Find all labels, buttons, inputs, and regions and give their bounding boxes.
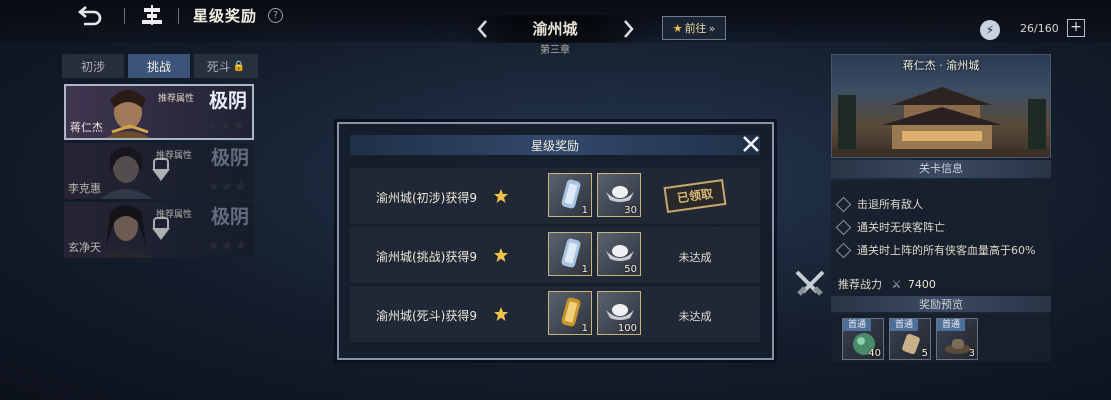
preview-reward-item[interactable]: 首通 5 [889,318,931,360]
condition-item: 通关时无侠客阵亡 [835,219,945,235]
status-text: 未达成 [678,310,712,323]
separator [178,8,179,24]
item-count: 1 [581,323,588,334]
star-icon [494,307,508,321]
tab-chushe[interactable]: 初涉 [62,54,124,78]
stage-info-heading: 关卡信息 [831,160,1051,178]
help-icon[interactable]: ? [268,8,283,23]
reward-item[interactable]: 1 [548,232,592,276]
star-rating: ★★★ [207,238,248,254]
item-count: 100 [617,323,637,334]
star-icon [494,189,508,203]
power-value: 7400 [907,278,936,291]
diamond-icon [835,242,852,258]
first-clear-tag: 首通 [843,319,871,331]
dialog-title: 星级奖励 [530,139,579,153]
tab-label: 死斗 [206,59,231,74]
silver-ingot-icon [606,245,634,261]
recommended-attr: 极阴 [210,206,249,228]
first-clear-tag: 首通 [937,319,965,331]
item-count: 1 [581,205,588,216]
lightning-icon: ⚡ [980,20,1000,40]
scroll-icon [561,238,581,268]
scroll-icon [902,333,920,355]
recommended-power: 推荐战力 ⚔ 7400 [838,276,936,292]
condition-item: 通关时上阵的所有侠客血量高于60% [835,242,1036,258]
goto-label: 前往 [684,22,707,35]
condition-text: 击退所有敌人 [857,198,923,211]
star-rating: ★★★ [205,118,246,134]
chapter-subtitle: 第三章 [540,45,570,56]
tab-sidou[interactable]: 死斗 🔒 [194,54,258,78]
power-label: 推荐战力 [838,278,882,291]
hero-card[interactable]: 推荐属性 极阴 玄净天 ★★★ [64,202,254,258]
chapter-name: 渝州城 [532,20,578,38]
preview-reward-item[interactable]: 首通 3 [936,318,978,360]
silver-ingot-icon [606,186,634,202]
item-count: 30 [624,205,637,216]
crossed-swords-icon[interactable] [793,266,827,300]
condition-item: 击退所有敌人 [835,196,923,212]
crossed-swords-icon: ⚔ [891,278,902,291]
goto-button[interactable]: ★ 前往 » [662,16,726,40]
back-icon[interactable] [76,6,104,28]
item-count: 50 [624,264,637,275]
hero-card[interactable]: 推荐属性 极阴 蒋仁杰 ★★★ [64,84,254,140]
energy-count: 26/160 [1020,22,1059,35]
silver-ingot-icon [606,304,634,320]
golden-scroll-icon [561,297,581,327]
item-count: 1 [581,264,588,275]
diamond-icon [835,196,852,212]
scroll-icon [561,179,581,209]
star-rating: ★★★ [207,179,248,195]
recommended-attr: 极阴 [210,147,249,169]
tab-label: 初涉 [80,59,105,74]
lock-icon: 🔒 [232,60,246,72]
lock-icon [152,158,170,181]
reward-item[interactable]: 1 [548,173,592,217]
reward-item[interactable]: 50 [597,232,641,276]
chevron-right-icon[interactable] [619,19,637,39]
condition-text: 通关时上阵的所有侠客血量高于60% [857,244,1036,257]
lock-icon [152,217,170,240]
diamond-icon [835,219,852,235]
status-text: 未达成 [678,251,712,264]
star-icon: ★ [672,21,683,35]
page-title: 星级奖励 [193,7,258,25]
recommended-attr: 极阴 [208,90,247,112]
hero-card[interactable]: 推荐属性 极阴 李克惠 ★★★ [64,143,254,199]
separator [124,8,125,24]
reward-condition: 渝州城(初涉)获得9 [376,191,477,205]
reward-item[interactable]: 100 [597,291,641,335]
first-clear-tag: 首通 [890,319,918,331]
preview-reward-item[interactable]: 首通 40 [842,318,884,360]
tab-label: 挑战 [146,59,171,74]
stage-title: 蒋仁杰 · 渝州城 [902,59,980,72]
double-chevron-icon: » [708,21,716,35]
item-count: 5 [921,348,928,359]
reward-item[interactable]: 30 [597,173,641,217]
item-count: 40 [868,348,881,359]
condition-text: 通关时无侠客阵亡 [857,221,945,234]
hero-name: 蒋仁杰 [70,121,103,134]
hero-name: 李克惠 [68,182,101,195]
hero-name: 玄净天 [68,241,101,254]
home-icon[interactable] [140,5,164,29]
close-icon[interactable] [741,134,761,154]
chevron-left-icon[interactable] [474,19,492,39]
add-energy-button[interactable]: + [1067,19,1085,37]
reward-item[interactable]: 1 [548,291,592,335]
recommended-attr-label: 推荐属性 [158,94,195,104]
tab-tiaozhan[interactable]: 挑战 [128,54,190,78]
reward-condition: 渝州城(挑战)获得9 [376,250,477,264]
star-icon [494,248,508,262]
reward-condition: 渝州城(死斗)获得9 [376,309,477,323]
item-count: 3 [968,348,975,359]
difficulty-tabs: 初涉 挑战 死斗 🔒 [62,54,258,78]
